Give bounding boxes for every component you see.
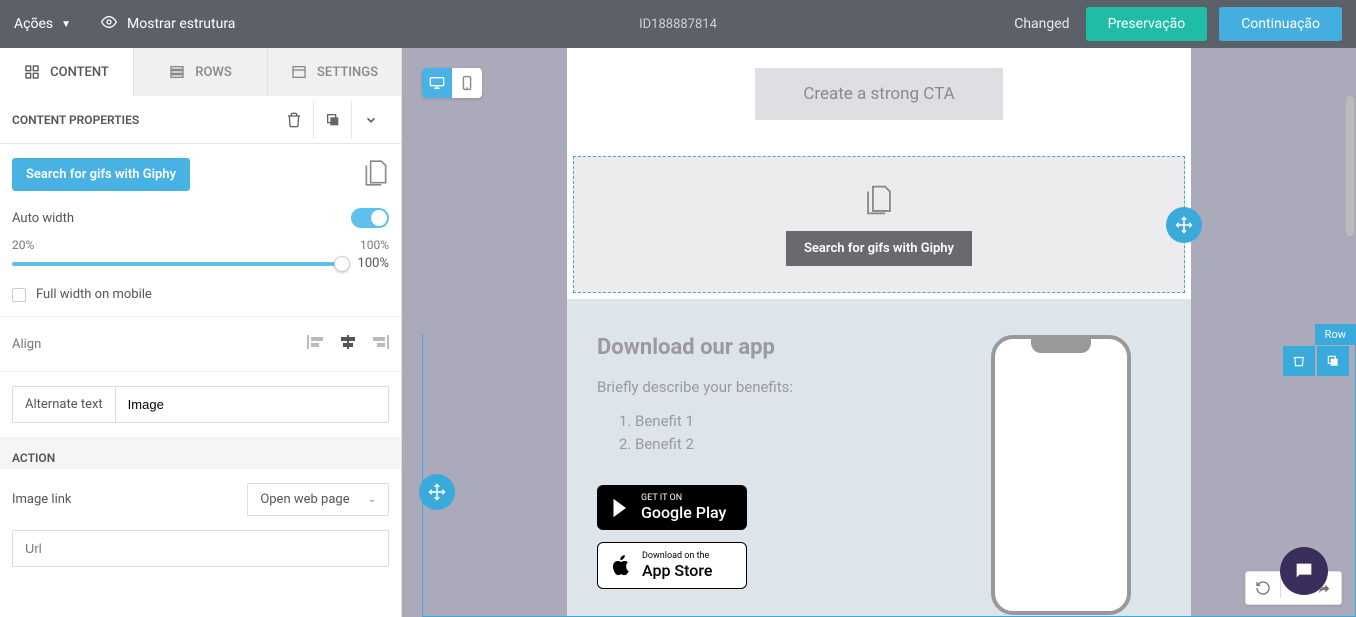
image-link-label: Image link [12, 492, 72, 507]
tab-rows[interactable]: ROWS [134, 48, 268, 96]
slider-min-label: 20% [12, 238, 34, 252]
chat-button[interactable] [1280, 547, 1328, 595]
duplicate-button[interactable] [313, 101, 351, 139]
appstore-small-text: Download on the [642, 551, 712, 561]
row-move-handle[interactable] [419, 474, 455, 510]
alt-text-input-group: Alternate text [12, 386, 389, 423]
giphy-search-button-canvas[interactable]: Search for gifs with Giphy [786, 231, 972, 266]
appstore-big-text: App Store [642, 561, 712, 580]
phone-mockup [991, 335, 1131, 615]
continue-button[interactable]: Continuação [1219, 7, 1342, 41]
tab-content-label: CONTENT [50, 65, 109, 80]
rows-icon [169, 64, 185, 80]
download-heading: Download our app [597, 335, 931, 360]
alt-text-input[interactable] [116, 387, 388, 422]
auto-width-toggle[interactable] [351, 208, 389, 228]
slider-thumb[interactable] [334, 256, 350, 272]
row-delete-button[interactable] [1283, 346, 1315, 376]
action-section-title: ACTION [0, 437, 401, 469]
mobile-view-button[interactable] [452, 68, 482, 98]
chevron-down-icon: ▼ [61, 19, 71, 30]
move-icon [428, 483, 446, 501]
alt-text-label: Alternate text [13, 387, 116, 422]
document-id: ID188887814 [639, 17, 717, 32]
image-link-select[interactable]: Open web page ⌄ [247, 483, 389, 516]
desktop-icon [429, 76, 445, 90]
full-width-mobile-checkbox[interactable]: Full width on mobile [12, 287, 389, 302]
full-width-mobile-label: Full width on mobile [36, 287, 152, 302]
panel-body: Search for gifs with Giphy Auto width 20… [0, 144, 401, 617]
align-center-button[interactable] [339, 335, 357, 353]
download-column: Download our app Briefly describe your b… [597, 335, 931, 615]
auto-width-label: Auto width [12, 211, 74, 226]
chevron-down-icon [364, 113, 378, 127]
slider-value: 100% [358, 256, 389, 271]
gplay-small-text: GET IT ON [641, 493, 726, 503]
benefits-list: Benefit 1 Benefit 2 [597, 410, 931, 455]
image-link-select-value: Open web page [260, 492, 349, 507]
email-canvas: Create a strong CTA Search for gifs with… [567, 48, 1191, 617]
panel-title: CONTENT PROPERTIES [12, 113, 139, 127]
actions-label: Ações [14, 16, 53, 32]
google-play-badge[interactable]: GET IT ON Google Play [597, 485, 747, 530]
desktop-view-button[interactable] [422, 68, 452, 98]
row-duplicate-button[interactable] [1317, 346, 1349, 376]
grid-icon [24, 64, 40, 80]
files-icon[interactable] [363, 158, 389, 192]
trash-icon [286, 112, 302, 128]
collapse-button[interactable] [351, 101, 389, 139]
save-button[interactable]: Preservação [1086, 7, 1208, 41]
slider-max-label: 100% [360, 238, 389, 252]
app-store-badge[interactable]: Download on the App Store [597, 542, 747, 589]
cta-button[interactable]: Create a strong CTA [755, 68, 1002, 120]
checkbox-icon [12, 288, 26, 302]
changed-status: Changed [1014, 16, 1069, 32]
sidebar-tabs: CONTENT ROWS SETTINGS [0, 48, 401, 96]
benefit-item: Benefit 1 [635, 410, 931, 433]
settings-icon [291, 64, 307, 80]
tab-content[interactable]: CONTENT [0, 48, 134, 96]
align-right-button[interactable] [371, 335, 389, 353]
top-bar: Ações ▼ Mostrar estrutura ID188887814 Ch… [0, 0, 1356, 48]
gplay-big-text: Google Play [641, 503, 726, 522]
align-left-button[interactable] [307, 335, 325, 353]
apple-icon [612, 554, 632, 578]
row-tag: Row [1315, 324, 1356, 345]
move-icon [1175, 216, 1193, 234]
tab-settings[interactable]: SETTINGS [268, 48, 401, 96]
chat-icon [1293, 560, 1315, 582]
cta-block[interactable]: Create a strong CTA [567, 48, 1191, 150]
mobile-icon [462, 75, 472, 91]
download-description: Briefly describe your benefits: [597, 378, 931, 396]
giphy-search-button[interactable]: Search for gifs with Giphy [12, 158, 190, 191]
tab-rows-label: ROWS [195, 65, 231, 80]
sidebar: CONTENT ROWS SETTINGS CONTENT PROPERTIES [0, 48, 402, 617]
panel-header: CONTENT PROPERTIES [0, 96, 401, 144]
files-icon [864, 183, 894, 221]
show-structure-label: Mostrar estrutura [127, 16, 235, 32]
canvas: Create a strong CTA Search for gifs with… [402, 48, 1356, 617]
copy-icon [325, 112, 341, 128]
history-icon [1255, 580, 1271, 596]
chevron-down-icon: ⌄ [368, 494, 376, 505]
trash-icon [1292, 354, 1306, 368]
show-structure-toggle[interactable]: Mostrar estrutura [101, 14, 235, 34]
play-icon [611, 497, 631, 519]
viewport-toggle [422, 68, 482, 98]
actions-dropdown[interactable]: Ações ▼ [14, 16, 71, 32]
eye-icon [101, 14, 117, 34]
delete-button[interactable] [275, 101, 313, 139]
url-input[interactable] [12, 530, 389, 567]
copy-icon [1326, 354, 1340, 368]
benefit-item: Benefit 2 [635, 433, 931, 456]
phone-image-column [961, 335, 1161, 615]
history-button[interactable] [1250, 576, 1276, 600]
giphy-placeholder-block[interactable]: Search for gifs with Giphy [573, 156, 1185, 293]
scrollbar[interactable] [1346, 96, 1354, 236]
move-handle[interactable] [1166, 207, 1202, 243]
tab-settings-label: SETTINGS [317, 65, 378, 80]
align-label: Align [12, 337, 41, 352]
row-block[interactable]: Download our app Briefly describe your b… [567, 299, 1191, 617]
width-slider[interactable]: 20% 100% 100% [12, 238, 389, 271]
